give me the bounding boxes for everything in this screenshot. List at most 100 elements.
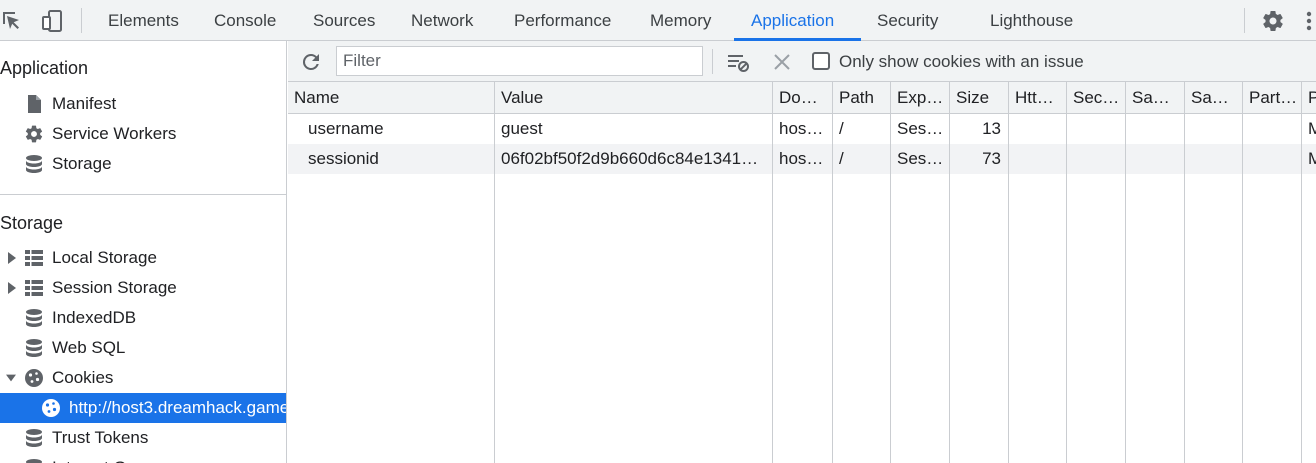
sidebar-item-trust-tokens[interactable]: Trust Tokens bbox=[0, 423, 286, 453]
column-header-partition-key[interactable]: Part… bbox=[1243, 82, 1301, 113]
cell-path: / bbox=[839, 149, 844, 168]
column-divider[interactable] bbox=[949, 82, 950, 463]
cell-name: username bbox=[308, 119, 384, 138]
column-header-secure[interactable]: Sec… bbox=[1067, 82, 1125, 113]
column-divider[interactable] bbox=[772, 82, 773, 463]
cell-value: guest bbox=[501, 119, 543, 138]
cell-partition-key bbox=[1243, 114, 1301, 144]
column-header-sameparty[interactable]: Sa… bbox=[1185, 82, 1242, 113]
sidebar-item-service-workers[interactable]: Service Workers bbox=[0, 119, 286, 149]
cell-priority: M bbox=[1308, 119, 1316, 138]
device-toolbar-icon[interactable] bbox=[41, 9, 65, 33]
tab-network[interactable]: Network bbox=[411, 0, 473, 41]
sidebar-item-local-storage[interactable]: Local Storage bbox=[0, 243, 286, 273]
column-header-domain[interactable]: Do… bbox=[773, 82, 832, 113]
cell-partition-key bbox=[1243, 144, 1301, 174]
database-icon bbox=[26, 339, 42, 357]
table-row[interactable]: username guest hos… / Ses… 13 M bbox=[288, 114, 1316, 144]
sidebar-item-label: Cookies bbox=[52, 368, 114, 387]
storage-section-header: Storage bbox=[0, 213, 64, 233]
only-issues-label[interactable]: Only show cookies with an issue bbox=[839, 41, 1084, 82]
database-icon bbox=[26, 459, 42, 463]
column-divider[interactable] bbox=[494, 82, 495, 463]
column-divider[interactable] bbox=[890, 82, 891, 463]
toolbar-divider bbox=[712, 49, 713, 74]
column-divider[interactable] bbox=[1301, 82, 1302, 463]
sidebar-item-web-sql[interactable]: Web SQL bbox=[0, 333, 286, 363]
sidebar-item-label: http://host3.dreamhack.games:1 bbox=[69, 398, 286, 417]
sidebar-item-storage[interactable]: Storage bbox=[0, 149, 286, 179]
sidebar-item-interest-groups[interactable]: Interest Groups bbox=[0, 453, 286, 463]
cell-expires: Ses… bbox=[897, 119, 944, 138]
column-divider[interactable] bbox=[1242, 82, 1243, 463]
clear-filtered-cookies-icon[interactable] bbox=[726, 50, 750, 74]
tab-memory[interactable]: Memory bbox=[650, 0, 711, 41]
cell-secure bbox=[1067, 144, 1125, 174]
collapse-arrow-icon[interactable] bbox=[6, 372, 16, 384]
cookies-toolbar: Only show cookies with an issue bbox=[288, 41, 1316, 82]
tab-sources[interactable]: Sources bbox=[313, 0, 375, 41]
sidebar-item-cookies[interactable]: Cookies bbox=[0, 363, 286, 393]
column-divider[interactable] bbox=[1008, 82, 1009, 463]
cell-expires: Ses… bbox=[897, 149, 944, 168]
cell-samesite bbox=[1126, 144, 1184, 174]
column-header-expires[interactable]: Exp… bbox=[891, 82, 949, 113]
column-divider[interactable] bbox=[1184, 82, 1185, 463]
only-issues-checkbox[interactable] bbox=[812, 52, 830, 70]
sidebar-item-manifest[interactable]: Manifest bbox=[0, 89, 286, 119]
column-header-httponly[interactable]: Htt… bbox=[1009, 82, 1066, 113]
tab-application[interactable]: Application bbox=[751, 0, 834, 41]
column-header-priority[interactable]: P bbox=[1302, 82, 1316, 113]
tab-bar-divider bbox=[81, 8, 82, 33]
devtools-tab-bar: Elements Console Sources Network Perform… bbox=[0, 0, 1316, 41]
database-icon bbox=[26, 429, 42, 447]
refresh-icon[interactable] bbox=[299, 50, 323, 74]
column-divider[interactable] bbox=[1125, 82, 1126, 463]
column-header-samesite[interactable]: Sa… bbox=[1126, 82, 1184, 113]
cell-httponly bbox=[1009, 144, 1066, 174]
cell-httponly bbox=[1009, 114, 1066, 144]
column-divider[interactable] bbox=[832, 82, 833, 463]
cell-size: 13 bbox=[982, 119, 1001, 138]
sidebar-item-indexeddb[interactable]: IndexedDB bbox=[0, 303, 286, 333]
application-section-header: Application bbox=[0, 58, 89, 78]
cell-sameparty bbox=[1185, 114, 1242, 144]
column-header-path[interactable]: Path bbox=[833, 82, 890, 113]
tab-elements[interactable]: Elements bbox=[108, 0, 179, 41]
delete-selected-cookie-icon[interactable] bbox=[770, 50, 794, 74]
expand-arrow-icon[interactable] bbox=[7, 282, 17, 294]
column-header-value[interactable]: Value bbox=[495, 82, 772, 113]
application-sidebar: Application Manifest Service Workers Sto… bbox=[0, 41, 287, 463]
sidebar-item-label: Storage bbox=[52, 154, 112, 173]
cookie-icon bbox=[42, 399, 60, 417]
tab-bar-divider bbox=[1244, 8, 1245, 33]
sidebar-item-label: Web SQL bbox=[52, 338, 126, 357]
cell-domain: hos… bbox=[779, 119, 824, 138]
cell-value: 06f02bf50f2d9b660d6c84e1341… bbox=[501, 149, 759, 168]
cell-sameparty bbox=[1185, 144, 1242, 174]
database-icon bbox=[26, 155, 42, 173]
sidebar-item-label: Manifest bbox=[52, 94, 117, 113]
sidebar-item-label: Interest Groups bbox=[52, 453, 169, 463]
cell-size: 73 bbox=[982, 149, 1001, 168]
more-options-icon[interactable] bbox=[1302, 9, 1316, 33]
sidebar-item-label: IndexedDB bbox=[52, 308, 137, 327]
tab-console[interactable]: Console bbox=[214, 0, 276, 41]
tab-lighthouse[interactable]: Lighthouse bbox=[990, 0, 1073, 41]
inspect-element-icon[interactable] bbox=[0, 9, 24, 33]
table-row[interactable]: sessionid 06f02bf50f2d9b660d6c84e1341… h… bbox=[288, 144, 1316, 174]
tab-performance[interactable]: Performance bbox=[514, 0, 611, 41]
cell-secure bbox=[1067, 114, 1125, 144]
settings-gear-icon[interactable] bbox=[1261, 9, 1285, 33]
filter-input[interactable] bbox=[336, 46, 703, 76]
tab-security[interactable]: Security bbox=[877, 0, 938, 41]
sidebar-item-label: Trust Tokens bbox=[52, 428, 149, 447]
column-divider[interactable] bbox=[1066, 82, 1067, 463]
cell-priority: M bbox=[1308, 149, 1316, 168]
column-header-size[interactable]: Size bbox=[950, 82, 1008, 113]
sidebar-item-session-storage[interactable]: Session Storage bbox=[0, 273, 286, 303]
sidebar-item-label: Local Storage bbox=[52, 248, 157, 267]
column-header-name[interactable]: Name bbox=[288, 82, 494, 113]
expand-arrow-icon[interactable] bbox=[7, 252, 17, 264]
sidebar-item-cookie-origin[interactable]: http://host3.dreamhack.games:1 bbox=[0, 393, 286, 423]
